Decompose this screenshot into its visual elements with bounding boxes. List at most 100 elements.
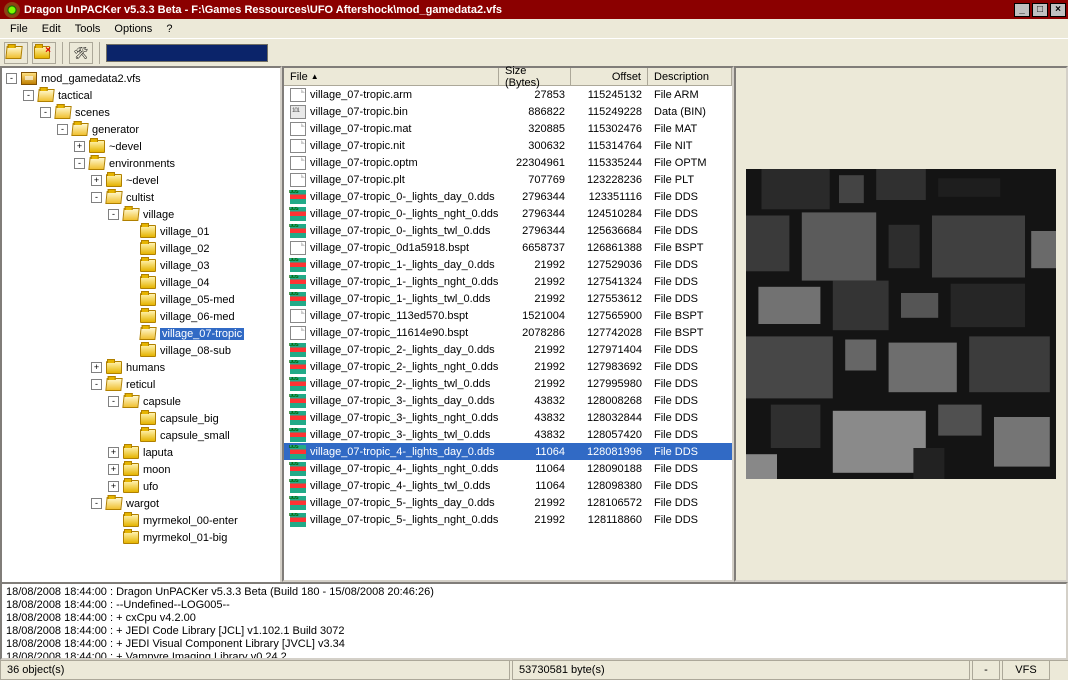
log-panel[interactable]: 18/08/2008 18:44:00 : Dragon UnPACKer v5…: [0, 582, 1068, 660]
file-dds-icon: [290, 394, 306, 408]
tree-node[interactable]: village_06-med: [2, 308, 280, 325]
tree-node[interactable]: +ufo: [2, 478, 280, 495]
file-row[interactable]: village_07-tropic.nit300632115314764File…: [284, 137, 732, 154]
file-row[interactable]: village_07-tropic_3-_lights_nght_0.dds43…: [284, 409, 732, 426]
tree-node[interactable]: -scenes: [2, 104, 280, 121]
file-row[interactable]: village_07-tropic_5-_lights_nght_0.dds21…: [284, 511, 732, 528]
file-dds-icon: [290, 224, 306, 238]
file-desc: File DDS: [648, 446, 732, 458]
toolbar-field[interactable]: [106, 44, 268, 62]
file-dds-icon: [290, 428, 306, 442]
menu-tools[interactable]: Tools: [69, 21, 107, 37]
file-row[interactable]: village_07-tropic_2-_lights_day_0.dds219…: [284, 341, 732, 358]
file-row[interactable]: village_07-tropic_1-_lights_twl_0.dds219…: [284, 290, 732, 307]
tree-node[interactable]: -village: [2, 206, 280, 223]
file-row[interactable]: village_07-tropic_113ed570.bspt152100412…: [284, 307, 732, 324]
tree-node[interactable]: capsule_big: [2, 410, 280, 427]
tree-node[interactable]: -tactical: [2, 87, 280, 104]
file-row[interactable]: village_07-tropic_4-_lights_twl_0.dds110…: [284, 477, 732, 494]
close-file-button[interactable]: ×: [32, 42, 56, 64]
collapse-icon[interactable]: -: [91, 192, 102, 203]
tree-node[interactable]: +humans: [2, 359, 280, 376]
tree-node[interactable]: -reticul: [2, 376, 280, 393]
file-row[interactable]: village_07-tropic.mat320885115302476File…: [284, 120, 732, 137]
expand-icon[interactable]: +: [108, 447, 119, 458]
tree-node[interactable]: village_07-tropic: [2, 325, 280, 342]
file-row[interactable]: village_07-tropic_5-_lights_day_0.dds219…: [284, 494, 732, 511]
file-desc: File DDS: [648, 412, 732, 424]
expand-icon[interactable]: +: [108, 464, 119, 475]
file-row[interactable]: village_07-tropic.arm27853115245132File …: [284, 86, 732, 103]
tree-node[interactable]: village_02: [2, 240, 280, 257]
collapse-icon[interactable]: -: [91, 498, 102, 509]
file-row[interactable]: village_07-tropic_4-_lights_day_0.dds110…: [284, 443, 732, 460]
close-button[interactable]: ×: [1050, 3, 1066, 17]
collapse-icon[interactable]: -: [57, 124, 68, 135]
tree-node[interactable]: myrmekol_01-big: [2, 529, 280, 546]
file-row[interactable]: village_07-tropic_0d1a5918.bspt665873712…: [284, 239, 732, 256]
expand-icon[interactable]: +: [108, 481, 119, 492]
collapse-icon[interactable]: -: [40, 107, 51, 118]
file-row[interactable]: village_07-tropic_0-_lights_day_0.dds279…: [284, 188, 732, 205]
expand-icon[interactable]: +: [74, 141, 85, 152]
open-button[interactable]: [4, 42, 28, 64]
file-size: 21992: [499, 276, 571, 288]
file-doc-icon: [290, 88, 306, 102]
tree-node[interactable]: +laputa: [2, 444, 280, 461]
file-row[interactable]: village_07-tropic_3-_lights_twl_0.dds438…: [284, 426, 732, 443]
tree-node[interactable]: myrmekol_00-enter: [2, 512, 280, 529]
collapse-icon[interactable]: -: [23, 90, 34, 101]
collapse-icon[interactable]: -: [108, 396, 119, 407]
tree-node[interactable]: +moon: [2, 461, 280, 478]
file-row[interactable]: village_07-tropic_2-_lights_nght_0.dds21…: [284, 358, 732, 375]
file-row[interactable]: village_07-tropic.optm22304961115335244F…: [284, 154, 732, 171]
column-size[interactable]: Size (Bytes): [499, 68, 571, 85]
tree-node[interactable]: -environments: [2, 155, 280, 172]
file-dds-icon: [290, 462, 306, 476]
menu-help[interactable]: ?: [160, 21, 178, 37]
tree-node[interactable]: -wargot: [2, 495, 280, 512]
maximize-button[interactable]: □: [1032, 3, 1048, 17]
tree-node[interactable]: +~devel: [2, 172, 280, 189]
menu-options[interactable]: Options: [108, 21, 158, 37]
file-doc-icon: [290, 326, 306, 340]
tree-node[interactable]: village_04: [2, 274, 280, 291]
tree-node[interactable]: -generator: [2, 121, 280, 138]
file-row[interactable]: village_07-tropic_3-_lights_day_0.dds438…: [284, 392, 732, 409]
expand-icon[interactable]: +: [91, 175, 102, 186]
tree-node[interactable]: -capsule: [2, 393, 280, 410]
file-row[interactable]: village_07-tropic.plt707769123228236File…: [284, 171, 732, 188]
file-row[interactable]: village_07-tropic_1-_lights_nght_0.dds21…: [284, 273, 732, 290]
tree-node[interactable]: capsule_small: [2, 427, 280, 444]
file-size: 300632: [499, 140, 571, 152]
collapse-icon[interactable]: -: [6, 73, 17, 84]
file-row[interactable]: village_07-tropic_11614e90.bspt207828612…: [284, 324, 732, 341]
collapse-icon[interactable]: -: [91, 379, 102, 390]
tree-panel[interactable]: -mod_gamedata2.vfs-tactical-scenes-gener…: [0, 66, 282, 582]
tree-node[interactable]: village_01: [2, 223, 280, 240]
file-row[interactable]: village_07-tropic_0-_lights_twl_0.dds279…: [284, 222, 732, 239]
tree-node[interactable]: village_08-sub: [2, 342, 280, 359]
file-row[interactable]: village_07-tropic.bin886822115249228Data…: [284, 103, 732, 120]
column-file[interactable]: File▲: [284, 68, 499, 85]
file-size: 21992: [499, 378, 571, 390]
file-row[interactable]: village_07-tropic_0-_lights_nght_0.dds27…: [284, 205, 732, 222]
tools-button[interactable]: 🛠: [69, 42, 93, 64]
tree-node[interactable]: -mod_gamedata2.vfs: [2, 70, 280, 87]
tree-node[interactable]: village_05-med: [2, 291, 280, 308]
minimize-button[interactable]: _: [1014, 3, 1030, 17]
file-rows[interactable]: village_07-tropic.arm27853115245132File …: [284, 86, 732, 580]
file-row[interactable]: village_07-tropic_2-_lights_twl_0.dds219…: [284, 375, 732, 392]
expand-icon[interactable]: +: [91, 362, 102, 373]
menu-file[interactable]: File: [4, 21, 34, 37]
tree-node[interactable]: village_03: [2, 257, 280, 274]
collapse-icon[interactable]: -: [108, 209, 119, 220]
tree-node[interactable]: +~devel: [2, 138, 280, 155]
file-row[interactable]: village_07-tropic_1-_lights_day_0.dds219…: [284, 256, 732, 273]
file-row[interactable]: village_07-tropic_4-_lights_nght_0.dds11…: [284, 460, 732, 477]
column-description[interactable]: Description: [648, 68, 732, 85]
menu-edit[interactable]: Edit: [36, 21, 67, 37]
tree-node[interactable]: -cultist: [2, 189, 280, 206]
collapse-icon[interactable]: -: [74, 158, 85, 169]
column-offset[interactable]: Offset: [571, 68, 648, 85]
